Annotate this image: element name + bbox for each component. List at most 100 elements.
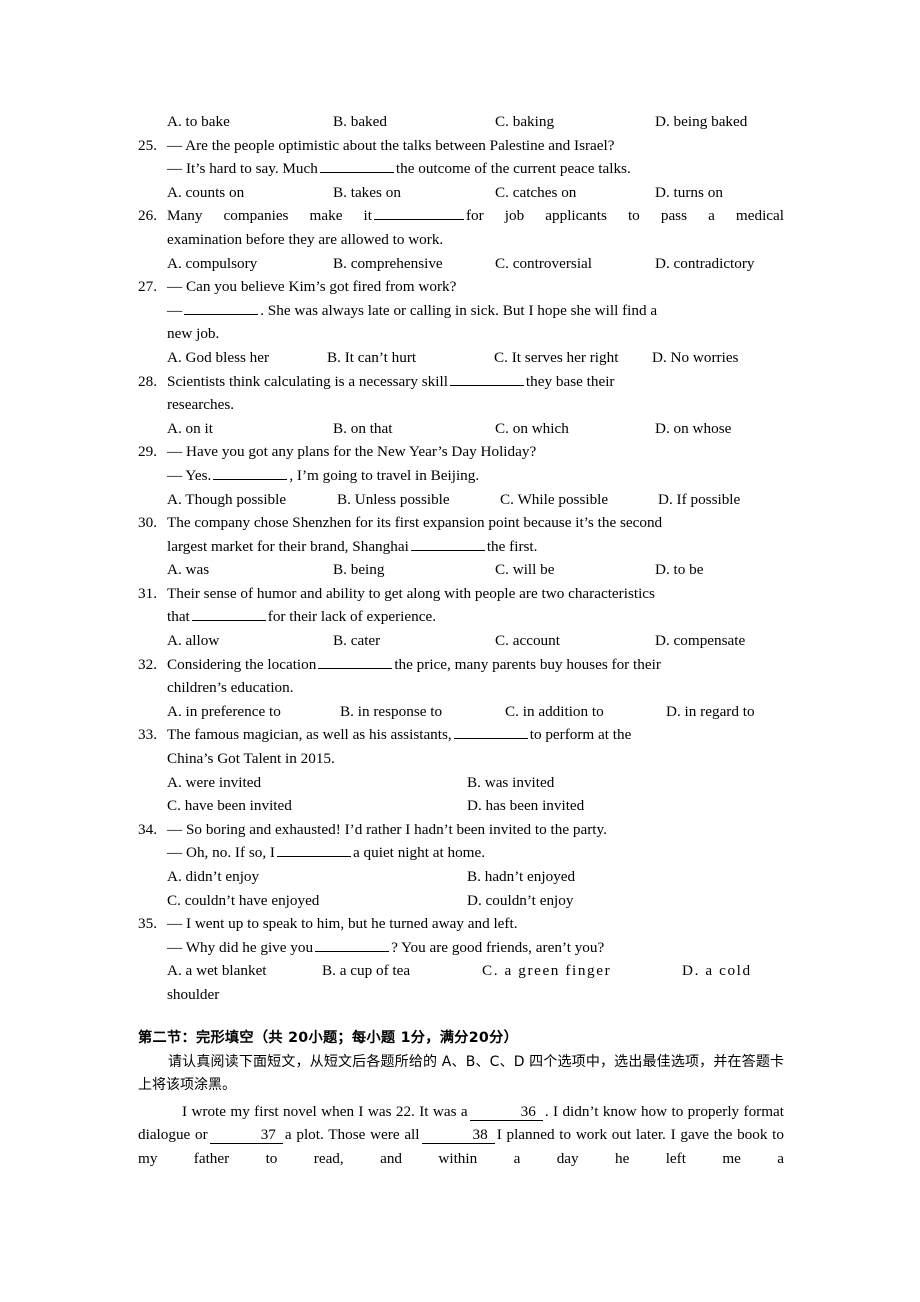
option-b[interactable]: B. a cup of tea	[322, 959, 482, 983]
option-d[interactable]: D. a cold	[682, 959, 752, 983]
question-stem-line-3: new job.	[167, 325, 220, 343]
question-stem-line-2: children’s education.	[167, 679, 294, 697]
question-stem-line-2: — Yes., I’m going to travel in Beijing.	[167, 466, 480, 484]
option-c[interactable]: C. While possible	[500, 488, 658, 512]
question-stem-line-1: Their sense of humor and ability to get …	[167, 584, 655, 602]
option-d[interactable]: D. contradictory	[655, 252, 755, 276]
option-b[interactable]: B. baked	[333, 110, 495, 134]
option-c[interactable]: C. a green finger	[482, 959, 682, 983]
question-35-options: A. a wet blanket B. a cup of tea C. a gr…	[138, 959, 784, 983]
question-25-options: A. counts on B. takes on C. catches on D…	[138, 181, 784, 205]
question-32: 32. Considering the location the price, m…	[138, 653, 784, 700]
option-a[interactable]: A. to bake	[167, 110, 333, 134]
question-30: 30. The company chose Shenzhen for its f…	[138, 511, 784, 558]
option-c[interactable]: C. have been invited	[167, 794, 467, 818]
question-stem-line-1: — Can you believe Kim’s got fired from w…	[167, 278, 457, 296]
option-a[interactable]: A. compulsory	[167, 252, 333, 276]
question-number: 33.	[138, 726, 157, 744]
answer-blank[interactable]	[318, 655, 393, 669]
question-number: 28.	[138, 372, 157, 390]
option-c[interactable]: C. account	[495, 629, 655, 653]
question-27-options: A. God bless her B. It can’t hurt C. It …	[138, 346, 784, 370]
option-c[interactable]: C. catches on	[495, 181, 655, 205]
option-c[interactable]: C. baking	[495, 110, 655, 134]
option-d[interactable]: D. couldn’t enjoy	[467, 889, 573, 913]
option-c[interactable]: C. in addition to	[505, 700, 666, 724]
option-d[interactable]: D. has been invited	[467, 794, 584, 818]
option-b[interactable]: B. Unless possible	[337, 488, 500, 512]
option-d[interactable]: D. If possible	[658, 488, 740, 512]
question-31-options: A. allow B. cater C. account D. compensa…	[138, 629, 784, 653]
question-stem-line-1: — I went up to speak to him, but he turn…	[167, 915, 518, 933]
option-a[interactable]: A. God bless her	[167, 346, 327, 370]
option-d-continuation: shoulder	[167, 985, 220, 1003]
exam-page: A. to bake B. baked C. baking D. being b…	[138, 110, 784, 1170]
option-d[interactable]: D. being baked	[655, 110, 747, 134]
option-d[interactable]: D. turns on	[655, 181, 723, 205]
question-number: 31.	[138, 584, 157, 602]
option-a[interactable]: A. a wet blanket	[167, 959, 322, 983]
option-a[interactable]: A. didn’t enjoy	[167, 865, 467, 889]
option-b[interactable]: B. cater	[333, 629, 495, 653]
cloze-passage: I wrote my first novel when I was 22. It…	[138, 1100, 784, 1171]
question-number: 34.	[138, 820, 157, 838]
question-stem-line-1: — So boring and exhausted! I’d rather I …	[167, 820, 607, 838]
answer-blank[interactable]	[315, 938, 390, 952]
option-a[interactable]: A. in preference to	[167, 700, 340, 724]
option-a[interactable]: A. were invited	[167, 771, 467, 795]
option-b[interactable]: B. in response to	[340, 700, 505, 724]
option-a[interactable]: A. on it	[167, 417, 333, 441]
question-stem-line-2: — Oh, no. If so, Ia quiet night at home.	[167, 843, 486, 862]
question-stem-line-1: Considering the location the price, many …	[167, 655, 661, 673]
option-c[interactable]: C. controversial	[495, 252, 655, 276]
option-d[interactable]: D. on whose	[655, 417, 731, 441]
option-b[interactable]: B. on that	[333, 417, 495, 441]
option-d[interactable]: D. No worries	[652, 346, 738, 370]
question-28: 28. Scientists think calculating is a ne…	[138, 370, 784, 417]
answer-blank[interactable]	[277, 843, 351, 858]
option-d[interactable]: D. to be	[655, 558, 704, 582]
question-stem-line-1: Many companies make it for job applicants…	[167, 206, 784, 225]
question-32-options: A. in preference to B. in response to C.…	[138, 700, 784, 724]
question-31: 31. Their sense of humor and ability to …	[138, 582, 784, 629]
question-stem-line-2: examination before they are allowed to w…	[167, 230, 444, 248]
section-2-heading: 第二节：完形填空（共 20小题；每小题 1分，满分20分）	[138, 1029, 519, 1046]
option-c[interactable]: C. It serves her right	[494, 346, 652, 370]
question-stem-line-2: — It’s hard to say. Much the outcome of t…	[167, 159, 631, 178]
option-c[interactable]: C. will be	[495, 558, 655, 582]
question-stem-line-1: The famous magician, as well as his assi…	[167, 725, 632, 744]
answer-blank[interactable]	[213, 466, 288, 480]
cloze-blank-38[interactable]: 38	[421, 1126, 495, 1145]
question-number: 26.	[138, 207, 157, 225]
question-stem-line-2: —. She was always late or calling in sic…	[167, 301, 658, 319]
question-stem-line-1: The company chose Shenzhen for its first…	[167, 514, 663, 532]
option-d[interactable]: D. compensate	[655, 629, 745, 653]
option-b[interactable]: B. was invited	[467, 771, 554, 795]
cloze-blank-36[interactable]: 36	[469, 1103, 543, 1121]
option-a[interactable]: A. counts on	[167, 181, 333, 205]
cloze-blank-37[interactable]: 37	[209, 1126, 283, 1145]
option-b[interactable]: B. being	[333, 558, 495, 582]
answer-blank[interactable]	[184, 301, 259, 315]
option-b[interactable]: B. comprehensive	[333, 252, 495, 276]
answer-blank[interactable]	[449, 372, 524, 386]
answer-blank[interactable]	[410, 537, 485, 551]
option-b[interactable]: B. hadn’t enjoyed	[467, 865, 575, 889]
question-number: 32.	[138, 655, 157, 673]
option-c[interactable]: C. couldn’t have enjoyed	[167, 889, 467, 913]
question-33-options-row-1: A. were invited B. was invited	[138, 771, 784, 795]
question-29: 29. — Have you got any plans for the New…	[138, 440, 784, 487]
answer-blank[interactable]	[191, 607, 266, 622]
option-b[interactable]: B. It can’t hurt	[327, 346, 494, 370]
question-28-options: A. on it B. on that C. on which D. on wh…	[138, 417, 784, 441]
option-a[interactable]: A. allow	[167, 629, 333, 653]
option-b[interactable]: B. takes on	[333, 181, 495, 205]
answer-blank[interactable]	[453, 725, 528, 740]
option-a[interactable]: A. Though possible	[167, 488, 337, 512]
option-d[interactable]: D. in regard to	[666, 700, 755, 724]
passage-segment-1: I wrote my first novel when I was 22. It…	[182, 1102, 468, 1120]
option-a[interactable]: A. was	[167, 558, 333, 582]
option-c[interactable]: C. on which	[495, 417, 655, 441]
answer-blank[interactable]	[373, 206, 464, 221]
answer-blank[interactable]	[319, 159, 394, 174]
